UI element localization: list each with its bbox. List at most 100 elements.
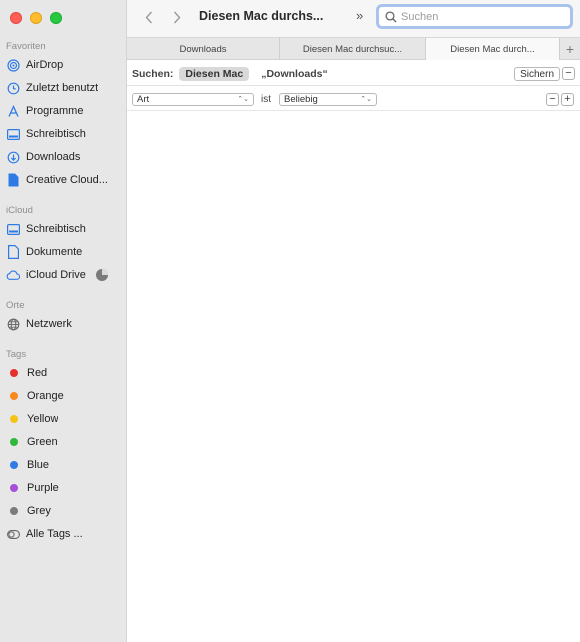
minimize-window-button[interactable] <box>30 12 42 24</box>
search-criteria-row: Art ⌃⌄ ist Beliebig ⌃⌄ − + <box>127 87 580 111</box>
remove-criteria-button[interactable]: − <box>546 93 559 106</box>
sidebar-item-desktop[interactable]: Schreibtisch <box>6 124 124 144</box>
tab-label: Downloads <box>179 43 227 55</box>
tag-color-dot <box>10 507 18 515</box>
sidebar-item-documents[interactable]: Dokumente <box>6 242 124 262</box>
scope-this-mac-button[interactable]: Diesen Mac <box>179 66 250 81</box>
back-button[interactable] <box>139 7 159 27</box>
sync-progress-icon <box>96 269 108 281</box>
sidebar-item-label: Yellow <box>27 413 59 425</box>
sidebar-item-icloud-desktop[interactable]: Schreibtisch <box>6 219 124 239</box>
search-results-area[interactable] <box>127 112 580 642</box>
sidebar-item-tag-purple[interactable]: Purple <box>6 478 124 498</box>
tag-color-dot <box>10 461 18 469</box>
sidebar-item-label: Purple <box>27 482 59 494</box>
sidebar-item-network[interactable]: Netzwerk <box>6 314 124 334</box>
add-criteria-button[interactable]: + <box>561 93 574 106</box>
attribute-popup[interactable]: Art ⌃⌄ <box>132 93 254 106</box>
close-window-button[interactable] <box>10 12 22 24</box>
sidebar-item-tag-green[interactable]: Green <box>6 432 124 452</box>
tab-search-2[interactable]: Diesen Mac durch... <box>426 38 560 60</box>
document-icon <box>6 173 20 187</box>
sidebar-item-tag-orange[interactable]: Orange <box>6 386 124 406</box>
chevron-right-icon <box>173 11 181 23</box>
sidebar-item-tag-yellow[interactable]: Yellow <box>6 409 124 429</box>
search-scope-bar: Suchen: Diesen Mac „Downloads“ Sichern − <box>127 62 580 86</box>
tag-color-dot <box>10 438 18 446</box>
sidebar-item-tag-grey[interactable]: Grey <box>6 501 124 521</box>
sidebar-item-label: Alle Tags ... <box>26 528 83 540</box>
zoom-window-button[interactable] <box>50 12 62 24</box>
tab-label: Diesen Mac durch... <box>450 43 535 55</box>
sidebar-item-label: Netzwerk <box>26 318 72 330</box>
tab-search-1[interactable]: Diesen Mac durchsuc... <box>280 38 426 60</box>
sidebar-item-tag-blue[interactable]: Blue <box>6 455 124 475</box>
search-input[interactable] <box>401 10 551 23</box>
sidebar-item-label: Orange <box>27 390 64 402</box>
sidebar-item-tag-red[interactable]: Red <box>6 363 124 383</box>
tab-label: Diesen Mac durchsuc... <box>302 43 403 55</box>
operator-label: ist <box>261 94 271 105</box>
sidebar-item-label: Green <box>27 436 58 448</box>
save-search-button[interactable]: Sichern <box>514 67 560 81</box>
sidebar-item-label: Schreibtisch <box>26 128 86 140</box>
updown-chevron-icon: ⌃⌄ <box>360 96 372 103</box>
icloud-header: iCloud <box>6 205 33 216</box>
value-popup[interactable]: Beliebig ⌃⌄ <box>279 93 377 106</box>
window-title: Diesen Mac durchs... <box>199 9 324 23</box>
scope-label: Suchen: <box>132 67 174 80</box>
tag-color-dot <box>10 484 18 492</box>
tags-header: Tags <box>6 349 27 360</box>
desktop-icon <box>6 222 20 236</box>
updown-chevron-icon: ⌃⌄ <box>237 96 249 103</box>
window-controls <box>10 12 62 24</box>
tag-color-dot <box>10 369 18 377</box>
sidebar-item-downloads[interactable]: Downloads <box>6 147 124 167</box>
sidebar-item-label: Dokumente <box>26 246 83 258</box>
forward-button[interactable] <box>167 7 187 27</box>
download-icon <box>6 150 20 164</box>
favorites-header: Favoriten <box>6 41 46 52</box>
airdrop-icon <box>6 58 20 72</box>
search-icon <box>385 10 397 22</box>
locations-header: Orte <box>6 300 25 311</box>
sidebar-item-label: iCloud Drive <box>26 269 86 281</box>
sidebar-item-recents[interactable]: Zuletzt benutzt <box>6 78 124 98</box>
scope-downloads-button[interactable]: „Downloads“ <box>261 68 328 80</box>
desktop-icon <box>6 127 20 141</box>
clock-icon <box>6 81 20 95</box>
tab-bar: Downloads Diesen Mac durchsuc... Diesen … <box>127 38 580 60</box>
remove-scope-button[interactable]: − <box>562 67 575 80</box>
sidebar-item-label: Downloads <box>26 151 81 163</box>
criteria-value: Beliebig <box>284 94 318 105</box>
sidebar-item-label: Grey <box>27 505 51 517</box>
tag-color-dot <box>10 415 18 423</box>
tag-color-dot <box>10 392 18 400</box>
sidebar-item-all-tags[interactable]: Alle Tags ... <box>6 524 124 544</box>
sidebar-item-label: Zuletzt benutzt <box>26 82 99 94</box>
tags-icon <box>6 527 20 541</box>
sidebar-item-icloud-drive[interactable]: iCloud Drive <box>6 265 124 285</box>
chevron-left-icon <box>145 11 153 23</box>
sidebar-item-label: Red <box>27 367 48 379</box>
attribute-value: Art <box>137 94 150 105</box>
search-field[interactable] <box>376 4 573 29</box>
cloud-icon <box>6 268 20 282</box>
sidebar-item-label: Creative Cloud... <box>26 174 108 186</box>
plus-icon: + <box>565 40 575 57</box>
more-toolbar-items-button[interactable]: » <box>356 8 363 23</box>
sidebar-item-label: Schreibtisch <box>26 223 86 235</box>
tab-downloads[interactable]: Downloads <box>127 38 280 60</box>
document-icon <box>6 245 20 259</box>
network-icon <box>6 317 20 331</box>
new-tab-button[interactable]: + <box>560 38 580 59</box>
sidebar: Favoriten AirDrop Zuletzt benutzt Progra… <box>0 0 127 642</box>
sidebar-item-label: Programme <box>26 105 84 117</box>
sidebar-item-label: AirDrop <box>26 59 64 71</box>
toolbar: Diesen Mac durchs... » <box>127 0 580 38</box>
applications-icon <box>6 104 20 118</box>
sidebar-item-creative-cloud[interactable]: Creative Cloud... <box>6 170 124 190</box>
sidebar-item-airdrop[interactable]: AirDrop <box>6 55 124 75</box>
sidebar-item-applications[interactable]: Programme <box>6 101 124 121</box>
sidebar-item-label: Blue <box>27 459 50 471</box>
